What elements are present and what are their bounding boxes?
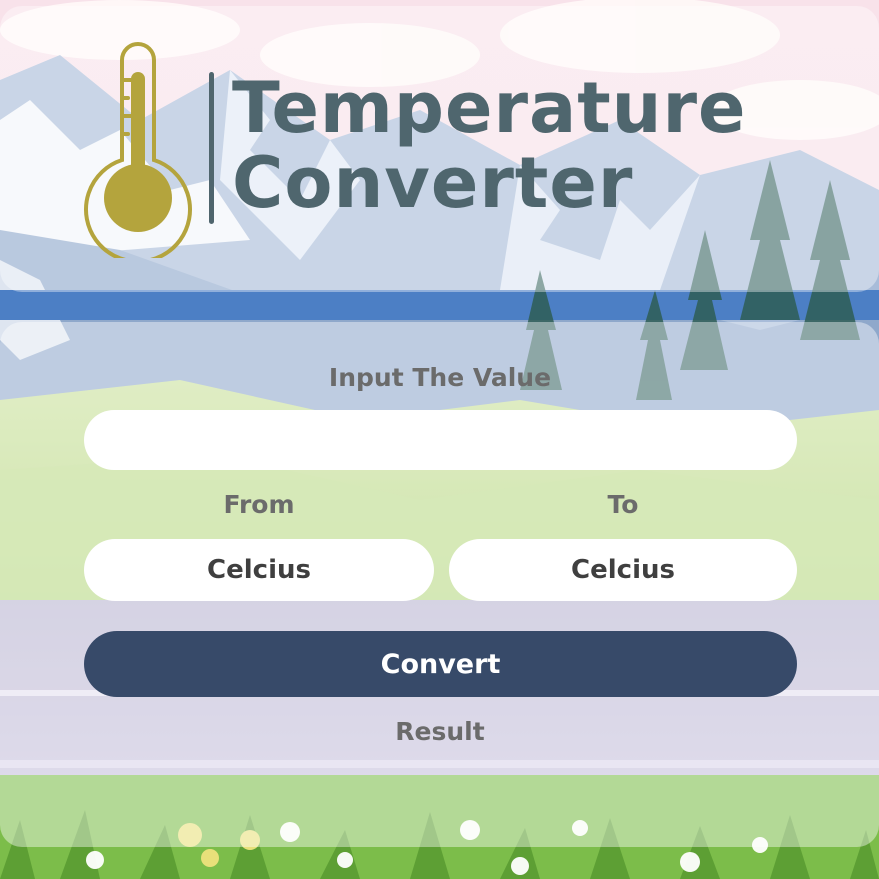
to-unit-value: Celcius bbox=[571, 555, 675, 585]
from-unit-select[interactable]: Celcius bbox=[84, 539, 434, 601]
convert-button-label: Convert bbox=[380, 648, 501, 680]
to-unit-select[interactable]: Celcius bbox=[449, 539, 797, 601]
to-label: To bbox=[607, 490, 639, 519]
value-label: Input The Value bbox=[328, 363, 552, 392]
thermometer-icon bbox=[82, 40, 194, 264]
app-title-line-1: Temperature bbox=[232, 67, 747, 149]
convert-button[interactable]: Convert bbox=[84, 631, 797, 697]
value-input[interactable] bbox=[84, 410, 797, 470]
title-divider bbox=[209, 72, 214, 224]
app-title-line-2: Converter bbox=[232, 142, 634, 224]
from-label: From bbox=[223, 490, 295, 519]
result-label: Result bbox=[395, 717, 485, 746]
from-unit-value: Celcius bbox=[207, 555, 311, 585]
